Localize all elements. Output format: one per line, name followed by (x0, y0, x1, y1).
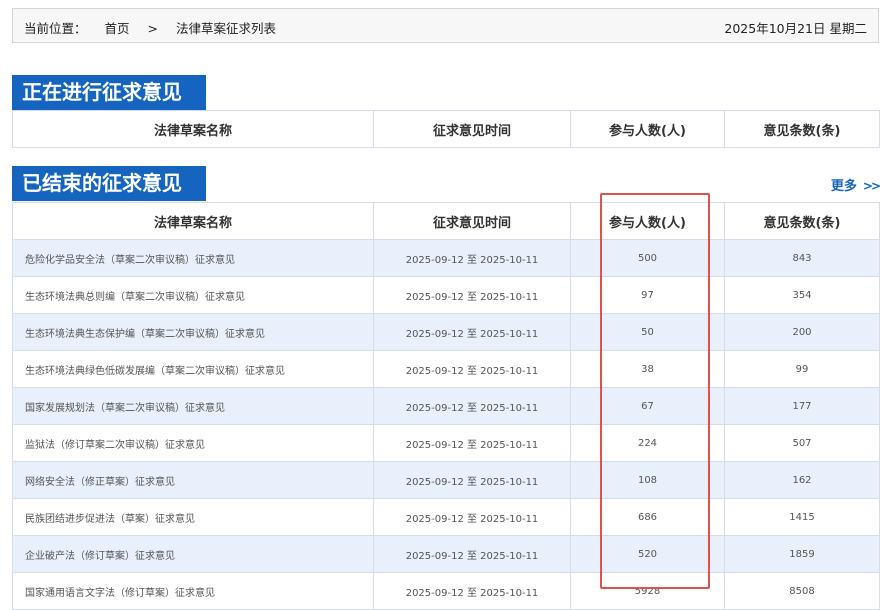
table-row[interactable]: 民族团结进步促进法（草案）征求意见 2025-09-12 至 2025-10-1… (12, 498, 880, 536)
table-row[interactable]: 监狱法（修订草案二次审议稿）征求意见 2025-09-12 至 2025-10-… (12, 424, 880, 462)
row-opinions: 354 (724, 276, 880, 314)
row-participants: 38 (570, 350, 725, 388)
ongoing-table-header: 法律草案名称 征求意见时间 参与人数(人) 意见条数(条) (12, 110, 880, 148)
row-participants: 686 (570, 498, 725, 536)
row-participants: 520 (570, 535, 725, 573)
row-period: 2025-09-12 至 2025-10-11 (373, 276, 571, 314)
col-header-participants: 参与人数(人) (570, 110, 725, 148)
col-header-period: 征求意见时间 (373, 110, 571, 148)
row-name-link[interactable]: 国家发展规划法（草案二次审议稿）征求意见 (12, 387, 374, 425)
row-opinions: 200 (724, 313, 880, 351)
col-header-opinions: 意见条数(条) (724, 202, 880, 240)
ended-section-title: 已结束的征求意见 (12, 166, 206, 201)
breadcrumb-current: 法律草案征求列表 (175, 21, 276, 36)
more-link[interactable]: 更多 >> (830, 175, 881, 194)
row-period: 2025-09-12 至 2025-10-11 (373, 313, 571, 351)
table-row[interactable]: 生态环境法典绿色低碳发展编（草案二次审议稿）征求意见 2025-09-12 至 … (12, 350, 880, 388)
row-opinions: 843 (724, 239, 880, 277)
row-period: 2025-09-12 至 2025-10-11 (373, 424, 571, 462)
col-header-participants: 参与人数(人) (570, 202, 725, 240)
breadcrumb-separator: > (147, 21, 158, 36)
row-participants: 108 (570, 461, 725, 499)
col-header-opinions: 意见条数(条) (724, 110, 880, 148)
row-name-link[interactable]: 企业破产法（修订草案）征求意见 (12, 535, 374, 573)
row-opinions: 162 (724, 461, 880, 499)
table-row[interactable]: 网络安全法（修正草案）征求意见 2025-09-12 至 2025-10-11 … (12, 461, 880, 499)
col-header-period: 征求意见时间 (373, 202, 571, 240)
row-opinions: 507 (724, 424, 880, 462)
row-participants: 67 (570, 387, 725, 425)
row-period: 2025-09-12 至 2025-10-11 (373, 461, 571, 499)
table-row[interactable]: 危险化学品安全法（草案二次审议稿）征求意见 2025-09-12 至 2025-… (12, 239, 880, 277)
row-name-link[interactable]: 危险化学品安全法（草案二次审议稿）征求意见 (12, 239, 374, 277)
table-row[interactable]: 企业破产法（修订草案）征求意见 2025-09-12 至 2025-10-11 … (12, 535, 880, 573)
ended-table: 法律草案名称 征求意见时间 参与人数(人) 意见条数(条) 危险化学品安全法（草… (12, 202, 880, 610)
row-participants: 224 (570, 424, 725, 462)
ongoing-section-title: 正在进行征求意见 (12, 75, 206, 110)
row-participants: 50 (570, 313, 725, 351)
row-opinions: 1415 (724, 498, 880, 536)
table-row[interactable]: 生态环境法典生态保护编（草案二次审议稿）征求意见 2025-09-12 至 20… (12, 313, 880, 351)
row-participants: 97 (570, 276, 725, 314)
row-name-link[interactable]: 民族团结进步促进法（草案）征求意见 (12, 498, 374, 536)
row-name-link[interactable]: 生态环境法典总则编（草案二次审议稿）征求意见 (12, 276, 374, 314)
row-opinions: 177 (724, 387, 880, 425)
row-name-link[interactable]: 生态环境法典生态保护编（草案二次审议稿）征求意见 (12, 313, 374, 351)
row-name-link[interactable]: 生态环境法典绿色低碳发展编（草案二次审议稿）征求意见 (12, 350, 374, 388)
ongoing-table: 法律草案名称 征求意见时间 参与人数(人) 意见条数(条) (12, 110, 880, 148)
table-row[interactable]: 生态环境法典总则编（草案二次审议稿）征求意见 2025-09-12 至 2025… (12, 276, 880, 314)
ended-table-header: 法律草案名称 征求意见时间 参与人数(人) 意见条数(条) (12, 202, 880, 240)
row-participants: 500 (570, 239, 725, 277)
row-period: 2025-09-12 至 2025-10-11 (373, 239, 571, 277)
current-date: 2025年10月21日 星期二 (724, 21, 867, 36)
row-name-link[interactable]: 监狱法（修订草案二次审议稿）征求意见 (12, 424, 374, 462)
breadcrumb: 当前位置： 首页 > 法律草案征求列表 (24, 18, 290, 37)
breadcrumb-bar: 当前位置： 首页 > 法律草案征求列表 2025年10月21日 星期二 (12, 8, 879, 43)
double-chevron-right-icon: >> (862, 179, 881, 193)
row-opinions: 1859 (724, 535, 880, 573)
breadcrumb-label: 当前位置： (24, 21, 87, 36)
table-row[interactable]: 国家发展规划法（草案二次审议稿）征求意见 2025-09-12 至 2025-1… (12, 387, 880, 425)
col-header-name: 法律草案名称 (12, 202, 374, 240)
breadcrumb-home-link[interactable]: 首页 (105, 21, 130, 36)
row-period: 2025-09-12 至 2025-10-11 (373, 350, 571, 388)
row-name-link[interactable]: 网络安全法（修正草案）征求意见 (12, 461, 374, 499)
row-period: 2025-09-12 至 2025-10-11 (373, 535, 571, 573)
more-label: 更多 (830, 179, 857, 194)
row-opinions: 99 (724, 350, 880, 388)
col-header-name: 法律草案名称 (12, 110, 374, 148)
row-period: 2025-09-12 至 2025-10-11 (373, 387, 571, 425)
row-period: 2025-09-12 至 2025-10-11 (373, 498, 571, 536)
